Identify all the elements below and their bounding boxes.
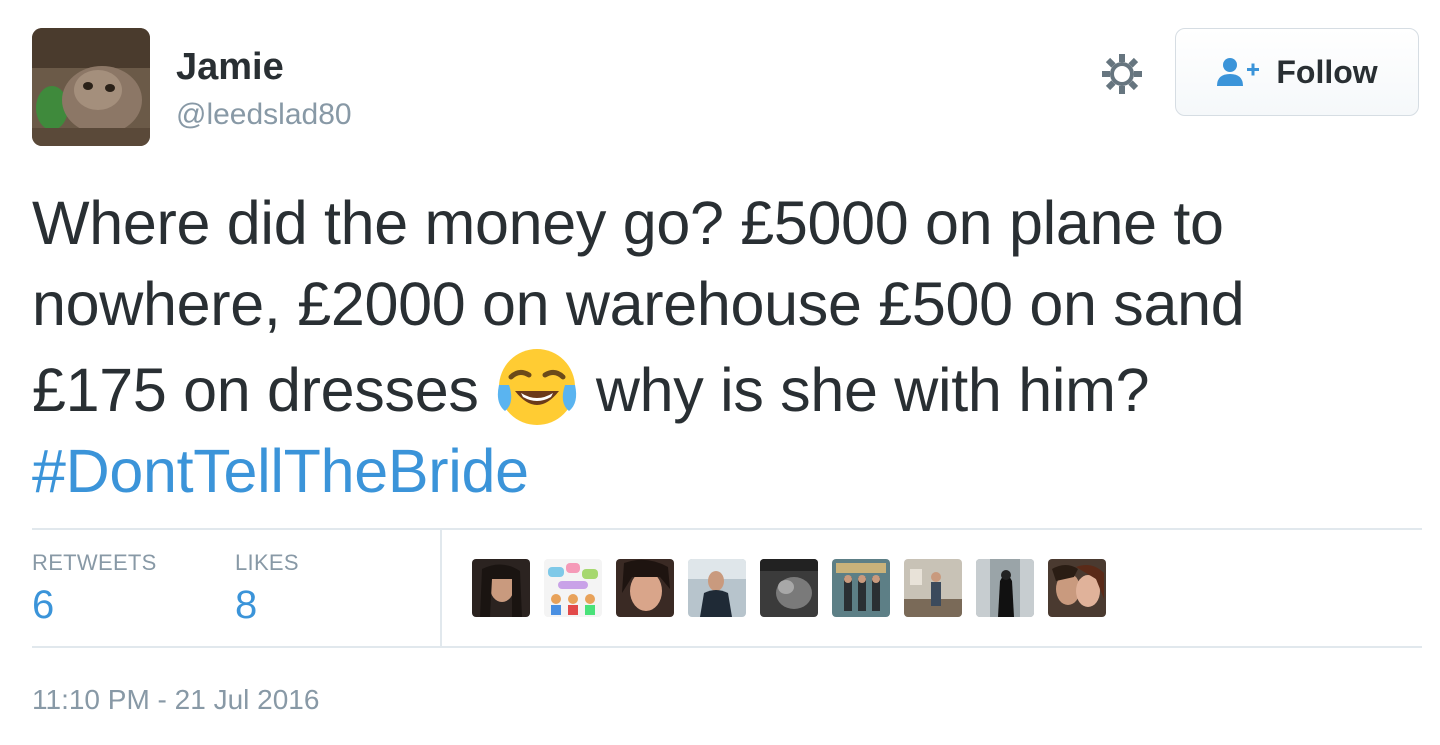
likes-label: LIKES xyxy=(235,550,299,575)
gear-icon[interactable] xyxy=(1100,52,1144,96)
tears-of-joy-emoji-icon xyxy=(495,345,579,429)
retweets-label: RETWEETS xyxy=(32,550,157,575)
stats-top-divider xyxy=(32,528,1422,530)
tweet-line-3: £175 on dresses why is she with him? xyxy=(32,345,1412,431)
tweet-line-1: Where did the money go? £5000 on plane t… xyxy=(32,189,1224,257)
tweet-card: Jamie @leedslad80 Follow Where did the m… xyxy=(0,0,1440,745)
likers-avatars xyxy=(472,559,1106,617)
liker-avatar[interactable] xyxy=(904,559,962,617)
liker-avatar[interactable] xyxy=(472,559,530,617)
liker-avatar[interactable] xyxy=(688,559,746,617)
tweet-text: Where did the money go? £5000 on plane t… xyxy=(32,183,1412,512)
hashtag-link[interactable]: #DontTellTheBride xyxy=(32,431,1412,512)
liker-avatar[interactable] xyxy=(616,559,674,617)
likes-count[interactable]: 8 xyxy=(235,583,257,628)
author-handle[interactable]: @leedslad80 xyxy=(176,98,352,132)
stats-vertical-divider xyxy=(440,530,442,646)
follow-label: Follow xyxy=(1276,53,1378,90)
liker-avatar[interactable] xyxy=(832,559,890,617)
retweets-count[interactable]: 6 xyxy=(32,583,54,628)
tweet-line-3-start: £175 on dresses xyxy=(32,356,479,424)
author-display-name[interactable]: Jamie xyxy=(176,46,284,89)
tweet-line-2: nowhere, £2000 on warehouse £500 on sand xyxy=(32,270,1245,338)
liker-avatar[interactable] xyxy=(976,559,1034,617)
tweet-timestamp[interactable]: 11:10 PM - 21 Jul 2016 xyxy=(32,684,319,716)
avatar[interactable] xyxy=(32,28,150,146)
stats-bottom-divider xyxy=(32,646,1422,648)
liker-avatar[interactable] xyxy=(760,559,818,617)
tweet-line-3-end: why is she with him? xyxy=(595,356,1150,424)
liker-avatar[interactable] xyxy=(1048,559,1106,617)
add-user-icon xyxy=(1216,56,1262,88)
liker-avatar[interactable] xyxy=(544,559,602,617)
follow-button[interactable]: Follow xyxy=(1175,28,1419,116)
